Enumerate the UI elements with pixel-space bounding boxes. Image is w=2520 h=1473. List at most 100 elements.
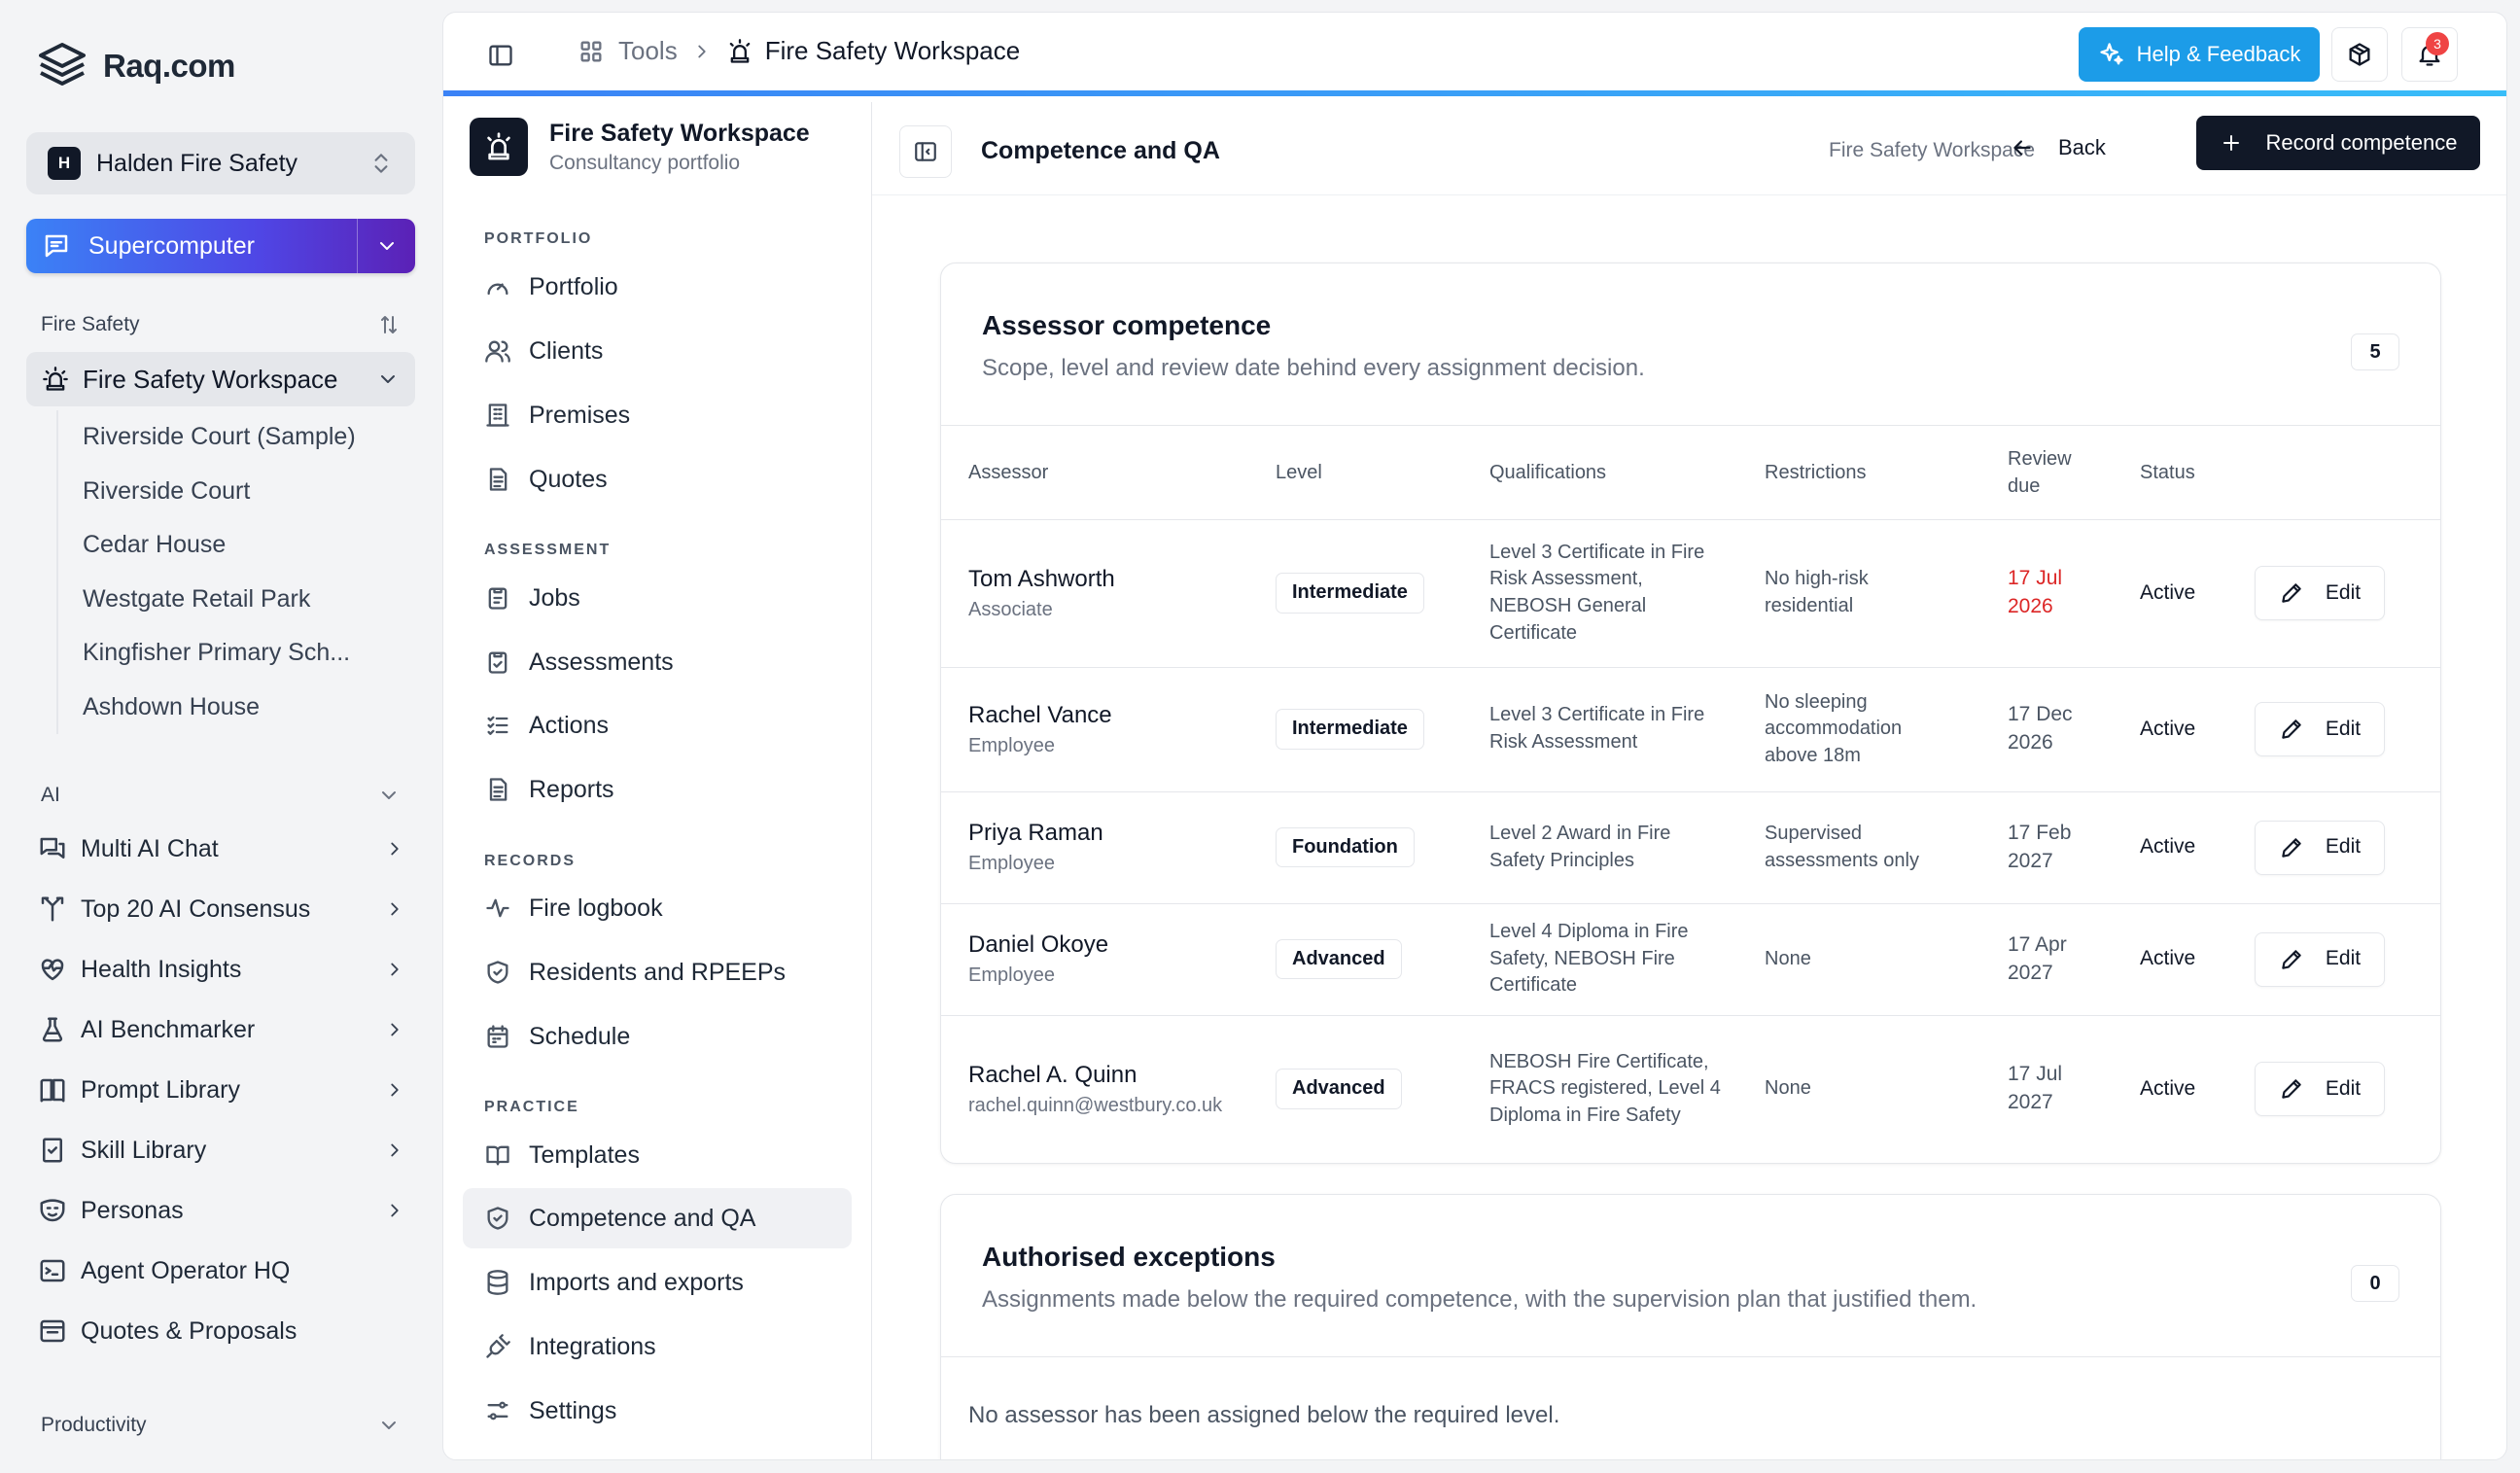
nav-item-label: Portfolio: [529, 272, 618, 300]
sidebar-premises-item[interactable]: Kingfisher Primary Sch...: [58, 626, 416, 681]
sidebar-item-fire-safety-workspace[interactable]: Fire Safety Workspace: [26, 352, 415, 406]
gauge-icon: [487, 283, 508, 296]
review-due-cell: 17 Jul 2027: [2008, 1015, 2140, 1163]
qualifications-text: Level 2 Award in Fire Safety Principles: [1489, 822, 1671, 871]
fire-safety-section-header[interactable]: Fire Safety: [41, 313, 401, 336]
sidebar-item-health-insights[interactable]: Health Insights: [26, 939, 415, 1000]
sidebar-item-personas[interactable]: Personas: [26, 1180, 415, 1241]
help-feedback-button[interactable]: Help & Feedback: [2079, 27, 2320, 82]
nav-item-assessments[interactable]: Assessments: [463, 632, 852, 692]
siren-icon: [729, 38, 750, 63]
edit-label: Edit: [2325, 947, 2362, 970]
ai-section-header[interactable]: AI: [41, 784, 401, 807]
nav-item-fire-logbook[interactable]: Fire logbook: [463, 878, 852, 938]
ai-tools-list: Multi AI Chat Top 20 AI Consensus Health…: [26, 819, 415, 1361]
assessor-role: Employee: [968, 853, 1055, 875]
workspace-link[interactable]: Fire Safety Workspace: [1829, 139, 2035, 162]
nav-item-templates[interactable]: Templates: [463, 1125, 852, 1185]
chevron-down-icon[interactable]: [377, 784, 401, 807]
status-cell: Active: [2140, 667, 2255, 792]
sidebar-item-multi-ai-chat[interactable]: Multi AI Chat: [26, 819, 415, 879]
sidebar-item-skill-library[interactable]: Skill Library: [26, 1120, 415, 1180]
qualifications-cell: Level 3 Certificate in Fire Risk Assessm…: [1489, 519, 1765, 668]
file-text-icon: [489, 468, 508, 491]
chat-icon: [40, 837, 65, 859]
chevron-down-icon[interactable]: [376, 368, 400, 391]
nav-item-settings[interactable]: Settings: [463, 1381, 852, 1441]
sort-icon[interactable]: [377, 313, 401, 336]
nav-item-reports[interactable]: Reports: [463, 759, 852, 820]
nav-item-clients[interactable]: Clients: [463, 321, 852, 381]
assessor-cell: Priya Raman Employee: [941, 791, 1276, 904]
siren-icon: [43, 367, 68, 391]
pencil-icon: [2282, 949, 2301, 969]
sidebar-premises-item[interactable]: Cedar House: [58, 518, 416, 573]
chevron-right-icon: [391, 1143, 399, 1157]
edit-button[interactable]: Edit: [2255, 702, 2385, 756]
nav-item-actions[interactable]: Actions: [463, 695, 852, 755]
nav-group-portfolio: PORTFOLIO: [484, 230, 593, 247]
sidebar-premises-item[interactable]: Riverside Court: [58, 465, 416, 519]
supercomputer-dropdown[interactable]: [357, 219, 415, 273]
org-badge: H: [48, 147, 81, 180]
brand-logo[interactable]: Raq.com: [35, 39, 235, 93]
back-button[interactable]: Back: [2010, 135, 2106, 160]
sidebar-item-top-20-ai-consensus[interactable]: Top 20 AI Consensus: [26, 879, 415, 939]
qualifications-text: NEBOSH Fire Certificate, FRACS registere…: [1489, 1050, 1721, 1127]
edit-button[interactable]: Edit: [2255, 820, 2385, 875]
nav-item-schedule[interactable]: Schedule: [463, 1006, 852, 1067]
empty-state-message: No assessor has been assigned below the …: [968, 1402, 1560, 1428]
supercomputer-main[interactable]: Supercomputer: [26, 219, 357, 273]
nav-item-jobs[interactable]: Jobs: [463, 568, 852, 628]
chevron-down-icon[interactable]: [377, 1414, 401, 1437]
sidebar-premises-item[interactable]: Ashdown House: [58, 681, 416, 735]
chevron-down-icon: [379, 242, 394, 250]
collapse-nav-button[interactable]: [899, 125, 952, 178]
sidebar-item-label: Health Insights: [81, 955, 242, 983]
nav-item-portfolio[interactable]: Portfolio: [463, 257, 852, 317]
nav-item-label: Competence and QA: [529, 1204, 756, 1232]
pencil-icon: [2282, 1079, 2301, 1099]
activity-icon: [486, 898, 509, 918]
back-label: Back: [2058, 135, 2106, 159]
workspace-premises-list: Riverside Court (Sample) Riverside Court…: [56, 410, 416, 734]
nav-item-imports-exports[interactable]: Imports and exports: [463, 1252, 852, 1313]
sidebar-premises-item[interactable]: Riverside Court (Sample): [58, 410, 416, 465]
card-subtitle: Assignments made below the required comp…: [982, 1286, 1978, 1313]
restrictions-text: Supervised assessments only: [1765, 822, 1919, 871]
status-text: Active: [2140, 1076, 2196, 1100]
sidebar-toggle-icon[interactable]: [487, 42, 514, 69]
nav-item-integrations[interactable]: Integrations: [463, 1316, 852, 1377]
sidebar-item-ai-benchmarker[interactable]: AI Benchmarker: [26, 1000, 415, 1060]
sidebar-item-prompt-library[interactable]: Prompt Library: [26, 1060, 415, 1120]
record-competence-button[interactable]: Record competence: [2196, 116, 2480, 170]
edit-button[interactable]: Edit: [2255, 566, 2385, 620]
sidebar-premises-item[interactable]: Westgate Retail Park: [58, 573, 416, 627]
workspace-subtitle: Consultancy portfolio: [549, 151, 741, 174]
shield-check-icon: [487, 1207, 508, 1230]
nav-item-residents-rpeeps[interactable]: Residents and RPEEPs: [463, 942, 852, 1002]
list-checks-icon: [487, 716, 508, 735]
org-switcher[interactable]: H Halden Fire Safety: [26, 132, 415, 194]
nav-item-label: Actions: [529, 711, 609, 739]
nav-item-premises[interactable]: Premises: [463, 385, 852, 445]
breadcrumb-tools[interactable]: Tools: [618, 36, 678, 66]
brand-name: Raq.com: [103, 48, 235, 84]
sidebar-item-quotes-proposals[interactable]: Quotes & Proposals: [26, 1301, 415, 1361]
supercomputer-button[interactable]: Supercomputer: [26, 219, 415, 273]
content-area: Competence and QA Fire Safety Workspace …: [872, 102, 2506, 1459]
pencil-icon: [2282, 837, 2301, 858]
chevrons-up-down-icon: [374, 154, 388, 173]
nav-item-quotes[interactable]: Quotes: [463, 449, 852, 509]
productivity-section-label: Productivity: [41, 1414, 147, 1436]
edit-button[interactable]: Edit: [2255, 1062, 2385, 1117]
notifications-button[interactable]: 3: [2401, 27, 2458, 82]
review-due-cell: 17 Apr 2027: [2008, 903, 2140, 1016]
edit-button[interactable]: Edit: [2255, 931, 2385, 987]
breadcrumb: Tools Fire Safety Workspace: [578, 36, 1020, 66]
package-button[interactable]: [2331, 27, 2388, 82]
review-due-cell: 17 Dec 2026: [2008, 667, 2140, 792]
sidebar-item-agent-operator-hq[interactable]: Agent Operator HQ: [26, 1241, 415, 1301]
productivity-section-header[interactable]: Productivity: [41, 1414, 401, 1437]
nav-item-competence-qa[interactable]: Competence and QA: [463, 1188, 852, 1248]
